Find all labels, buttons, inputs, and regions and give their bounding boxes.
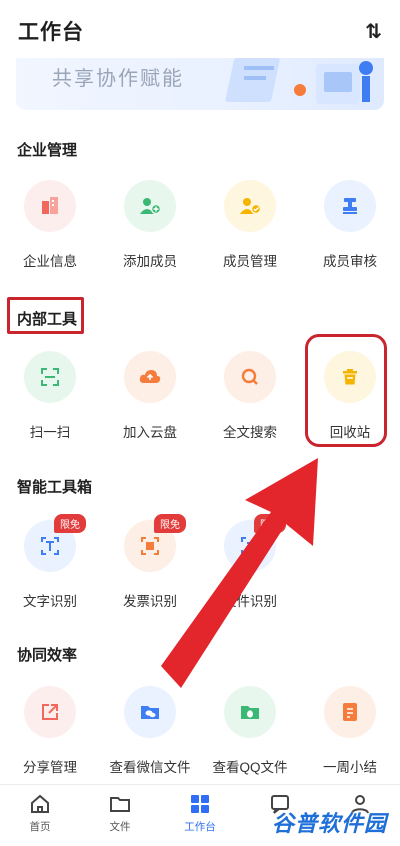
section-title-enterprise: 企业管理 (17, 142, 78, 159)
scan-icon (24, 351, 76, 403)
tile-file-recognition[interactable]: 限免 文件识别 (200, 514, 300, 610)
tile-label: 加入云盘 (123, 425, 177, 440)
qq-folder-icon (224, 686, 276, 738)
free-badge: 限免 (254, 514, 286, 533)
smart-toolbox-grid: 限免 文字识别 限免 发票识别 限免 文件识别 (0, 514, 400, 630)
folder-icon (110, 797, 130, 812)
tile-label: 一周小结 (323, 760, 377, 775)
collaboration-grid: 分享管理 查看微信文件 查看QQ文件 一周小结 (0, 686, 400, 796)
tab-label: 文件 (109, 821, 131, 833)
tile-add-member[interactable]: 添加成员 (100, 180, 200, 270)
tab-label: 首页 (29, 821, 51, 833)
enterprise-grid: 企业信息 添加成员 成员管理 成员审核 (0, 180, 400, 290)
invoice-recognition-icon: 限免 (124, 514, 186, 572)
tile-label: 成员管理 (223, 254, 277, 269)
tile-enterprise-info[interactable]: 企业信息 (0, 180, 100, 270)
tile-scan[interactable]: 扫一扫 (0, 351, 100, 441)
share-icon (24, 686, 76, 738)
file-recognition-icon: 限免 (224, 514, 286, 572)
cloud-upload-icon (124, 351, 176, 403)
wechat-folder-icon (124, 686, 176, 738)
highlight-box-section-title (7, 297, 84, 334)
tile-full-text-search[interactable]: 全文搜索 (200, 351, 300, 441)
tab-home[interactable]: 首页 (0, 793, 80, 834)
tile-label: 文件识别 (223, 594, 277, 609)
free-badge: 限免 (154, 514, 186, 533)
tile-weekly-summary[interactable]: 一周小结 (300, 686, 400, 776)
sort-icon[interactable]: ⇅ (365, 19, 382, 44)
tab-label: 工作台 (184, 821, 216, 833)
banner-slogan: 共享协作赋能 (52, 68, 184, 90)
tile-label: 文字识别 (23, 594, 77, 609)
tile-label: 成员审核 (323, 254, 377, 269)
add-user-icon (124, 180, 176, 232)
home-icon (31, 794, 49, 813)
watermark-text: 谷普软件园 (272, 811, 388, 836)
tile-label: 分享管理 (23, 760, 77, 775)
tile-member-review[interactable]: 成员审核 (300, 180, 400, 270)
tile-share-management[interactable]: 分享管理 (0, 686, 100, 776)
summary-icon (324, 686, 376, 738)
tile-add-to-cloud[interactable]: 加入云盘 (100, 351, 200, 441)
tile-label: 查看微信文件 (109, 760, 191, 775)
text-recognition-icon: 限免 (24, 514, 86, 572)
building-icon (24, 180, 76, 232)
stamp-icon (324, 180, 376, 232)
page-title: 工作台 (18, 21, 84, 44)
section-title-smart-toolbox: 智能工具箱 (17, 479, 93, 496)
tile-qq-files[interactable]: 查看QQ文件 (200, 686, 300, 776)
free-badge: 限免 (54, 514, 86, 533)
highlight-box-recycle-bin (305, 334, 387, 447)
tile-invoice-recognition[interactable]: 限免 发票识别 (100, 514, 200, 610)
workbench-grid-icon (191, 795, 209, 813)
tab-workbench[interactable]: 工作台 (160, 793, 240, 834)
tile-label: 全文搜索 (223, 425, 277, 440)
tile-member-management[interactable]: 成员管理 (200, 180, 300, 270)
section-title-collaboration: 协同效率 (17, 647, 78, 664)
tile-label: 添加成员 (123, 254, 177, 269)
tile-label: 扫一扫 (29, 425, 71, 440)
tile-label: 企业信息 (23, 254, 77, 269)
tab-files[interactable]: 文件 (80, 793, 160, 834)
tile-wechat-files[interactable]: 查看微信文件 (100, 686, 200, 776)
collaboration-illustration (225, 58, 373, 104)
search-icon (224, 351, 276, 403)
app-header: 工作台 ⇅ (0, 0, 400, 62)
manage-users-icon (224, 180, 276, 232)
tile-label: 发票识别 (123, 594, 177, 609)
promo-banner[interactable]: 共享协作赋能 (16, 58, 384, 110)
tile-label: 查看QQ文件 (212, 760, 288, 775)
tile-text-recognition[interactable]: 限免 文字识别 (0, 514, 100, 610)
